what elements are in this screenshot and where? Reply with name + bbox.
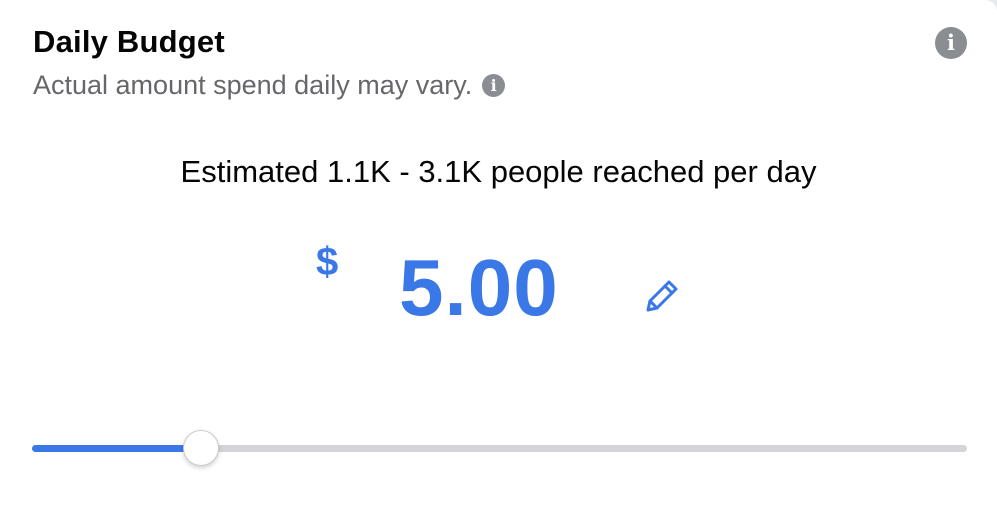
subtitle-info-icon[interactable]: i (482, 74, 506, 97)
subtitle-text: Actual amount spend daily may vary. (33, 70, 473, 100)
reach-estimate: Estimated 1.1K - 3.1K people reached per… (180, 154, 817, 189)
edit-amount-button[interactable] (640, 274, 684, 318)
slider-thumb[interactable] (183, 430, 220, 466)
subtitle: Actual amount spend daily may vary. i (33, 70, 506, 101)
page-title: Daily Budget (33, 24, 225, 59)
daily-budget-card: Daily Budget i Actual amount spend daily… (0, 0, 997, 515)
info-icon[interactable]: i (935, 27, 967, 59)
currency-symbol: $ (316, 240, 339, 284)
slider-fill (32, 445, 202, 452)
pencil-icon (646, 280, 678, 312)
budget-amount[interactable]: 5.00 (399, 248, 559, 328)
budget-slider[interactable] (32, 430, 967, 470)
